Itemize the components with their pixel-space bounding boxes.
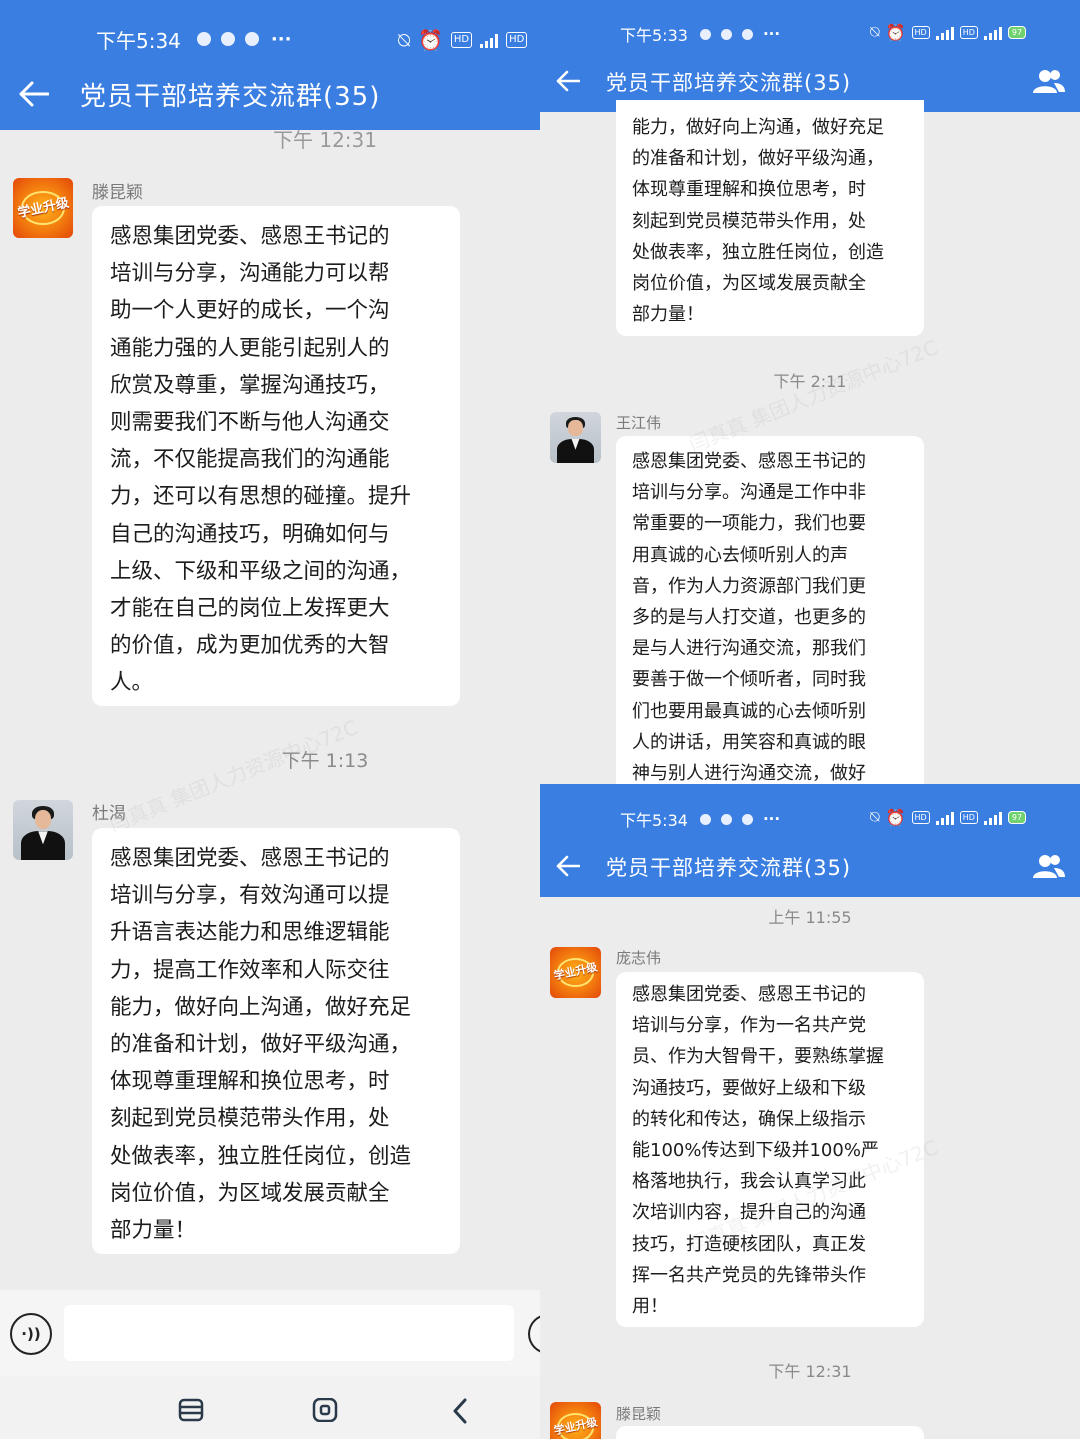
app-icon [741, 813, 753, 825]
avatar[interactable]: 学业升级 [13, 178, 73, 238]
status-time: 下午5:34 [620, 811, 688, 830]
hd-icon: HD [959, 810, 978, 824]
chat-title: 党员干部培养交流群(35) [606, 71, 852, 95]
more-dots-icon: ··· [762, 25, 781, 43]
sender-name: 滕昆颖 [616, 1405, 662, 1423]
more-dots-icon: ··· [270, 28, 292, 50]
status-time: 下午5:34 [96, 28, 181, 53]
app-icon [720, 28, 732, 40]
message-bubble[interactable]: 感恩集团党委、感恩王书记的 培训与分享，沟通能力可以帮 助一个人更好的成长，一个… [92, 206, 460, 706]
avatar[interactable] [550, 412, 601, 463]
signal-icon [480, 32, 499, 48]
timestamp: 下午 2:11 [773, 372, 847, 391]
hd-icon: HD [450, 32, 473, 48]
sender-name: 庞志伟 [616, 949, 662, 967]
battery-icon: 97 [1007, 25, 1027, 39]
avatar-logo-text: 学业升级 [552, 960, 599, 983]
message-bubble-continued[interactable]: 能力，做好向上沟通，做好充足 的准备和计划，做好平级沟通， 体现尊重理解和换位思… [616, 100, 924, 336]
system-icons: ⍉ ⏰ HD HD [398, 28, 528, 52]
back-nav-icon[interactable] [450, 1398, 470, 1428]
chat-title: 党员干部培养交流群(35) [80, 82, 381, 112]
system-nav-bar [0, 1376, 540, 1439]
group-members-icon[interactable] [1032, 68, 1066, 98]
battery-icon: 97 [1007, 810, 1027, 824]
back-arrow-icon[interactable] [16, 78, 52, 110]
hd-icon: HD [911, 810, 930, 824]
left-chat-panel: 下午5:34 ··· ⍉ ⏰ HD HD 党员干部培养交流群(35) 下午 12… [0, 0, 540, 1439]
avatar[interactable] [13, 800, 73, 860]
notification-icon [196, 32, 211, 46]
app-icon [741, 28, 753, 40]
partial-timestamp: 下午 12:31 [273, 128, 377, 152]
hd-icon: HD [506, 32, 528, 48]
avatar[interactable]: 学业升级 [550, 1402, 601, 1439]
app-icon [220, 32, 235, 46]
right-bottom-chat-panel: 下午5:34 ··· ⍉ ⏰ HD HD 97 党员干部培养交流群(35) 上午… [540, 784, 1080, 1439]
alarm-icon: ⏰ [418, 28, 443, 52]
signal-icon [983, 24, 1002, 40]
message-input[interactable] [64, 1305, 514, 1361]
system-icons: ⍉ ⏰ HD HD 97 [870, 22, 1027, 42]
timestamp: 下午 1:13 [281, 750, 369, 772]
back-arrow-icon[interactable] [554, 853, 582, 879]
signal-icon [935, 809, 954, 825]
avatar-logo-text: 学业升级 [552, 1415, 599, 1438]
timestamp: 上午 11:55 [768, 908, 852, 927]
notification-icon [699, 28, 711, 40]
mute-bell-icon: ⍉ [870, 807, 880, 826]
message-bubble[interactable] [616, 1426, 924, 1439]
chat-title: 党员干部培养交流群(35) [606, 856, 852, 880]
status-time: 下午5:33 [620, 26, 688, 45]
chat-titlebar: 党员干部培养交流群(35) [0, 64, 540, 124]
hd-icon: HD [959, 25, 978, 39]
hd-icon: HD [911, 25, 930, 39]
notification-icon [699, 813, 711, 825]
alarm-icon: ⏰ [885, 22, 906, 42]
message-bubble[interactable]: 感恩集团党委、感恩王书记的 培训与分享。沟通是工作中非 常重要的一项能力，我们也… [616, 436, 924, 784]
avatar-logo-text: 学业升级 [16, 195, 71, 222]
message-bubble[interactable]: 感恩集团党委、感恩王书记的 培训与分享，作为一名共产党 员、作为大智骨干，要熟练… [616, 972, 924, 1327]
system-icons: ⍉ ⏰ HD HD 97 [870, 807, 1027, 827]
message-bubble[interactable]: 感恩集团党委、感恩王书记的 培训与分享，有效沟通可以提 升语言表达能力和思维逻辑… [92, 828, 460, 1254]
menu-icon[interactable] [178, 1398, 204, 1426]
app-icon [720, 813, 732, 825]
mute-bell-icon: ⍉ [398, 28, 410, 52]
more-button-edge[interactable] [528, 1314, 540, 1354]
message-input-bar: ·)) [0, 1290, 540, 1376]
mute-bell-icon: ⍉ [870, 22, 880, 41]
sender-name: 杜渴 [92, 804, 126, 824]
timestamp: 下午 12:31 [768, 1362, 852, 1381]
alarm-icon: ⏰ [885, 807, 906, 827]
group-members-icon[interactable] [1032, 853, 1066, 883]
sender-name: 滕昆颖 [92, 183, 143, 203]
app-icon [244, 32, 259, 46]
sender-name: 王江伟 [616, 414, 662, 432]
signal-icon [983, 809, 1002, 825]
chat-titlebar: 党员干部培养交流群(35) [540, 841, 1080, 891]
chat-titlebar: 党员干部培养交流群(35) [540, 56, 1080, 106]
right-top-chat-panel: 下午5:33 ··· ⍉ ⏰ HD HD 97 党员干部培养交流群(35) 能力… [540, 0, 1080, 784]
more-dots-icon: ··· [762, 810, 781, 828]
voice-input-button[interactable]: ·)) [10, 1313, 52, 1355]
back-arrow-icon[interactable] [554, 68, 582, 94]
avatar[interactable]: 学业升级 [550, 947, 601, 998]
signal-icon [935, 24, 954, 40]
home-icon[interactable] [312, 1397, 338, 1426]
